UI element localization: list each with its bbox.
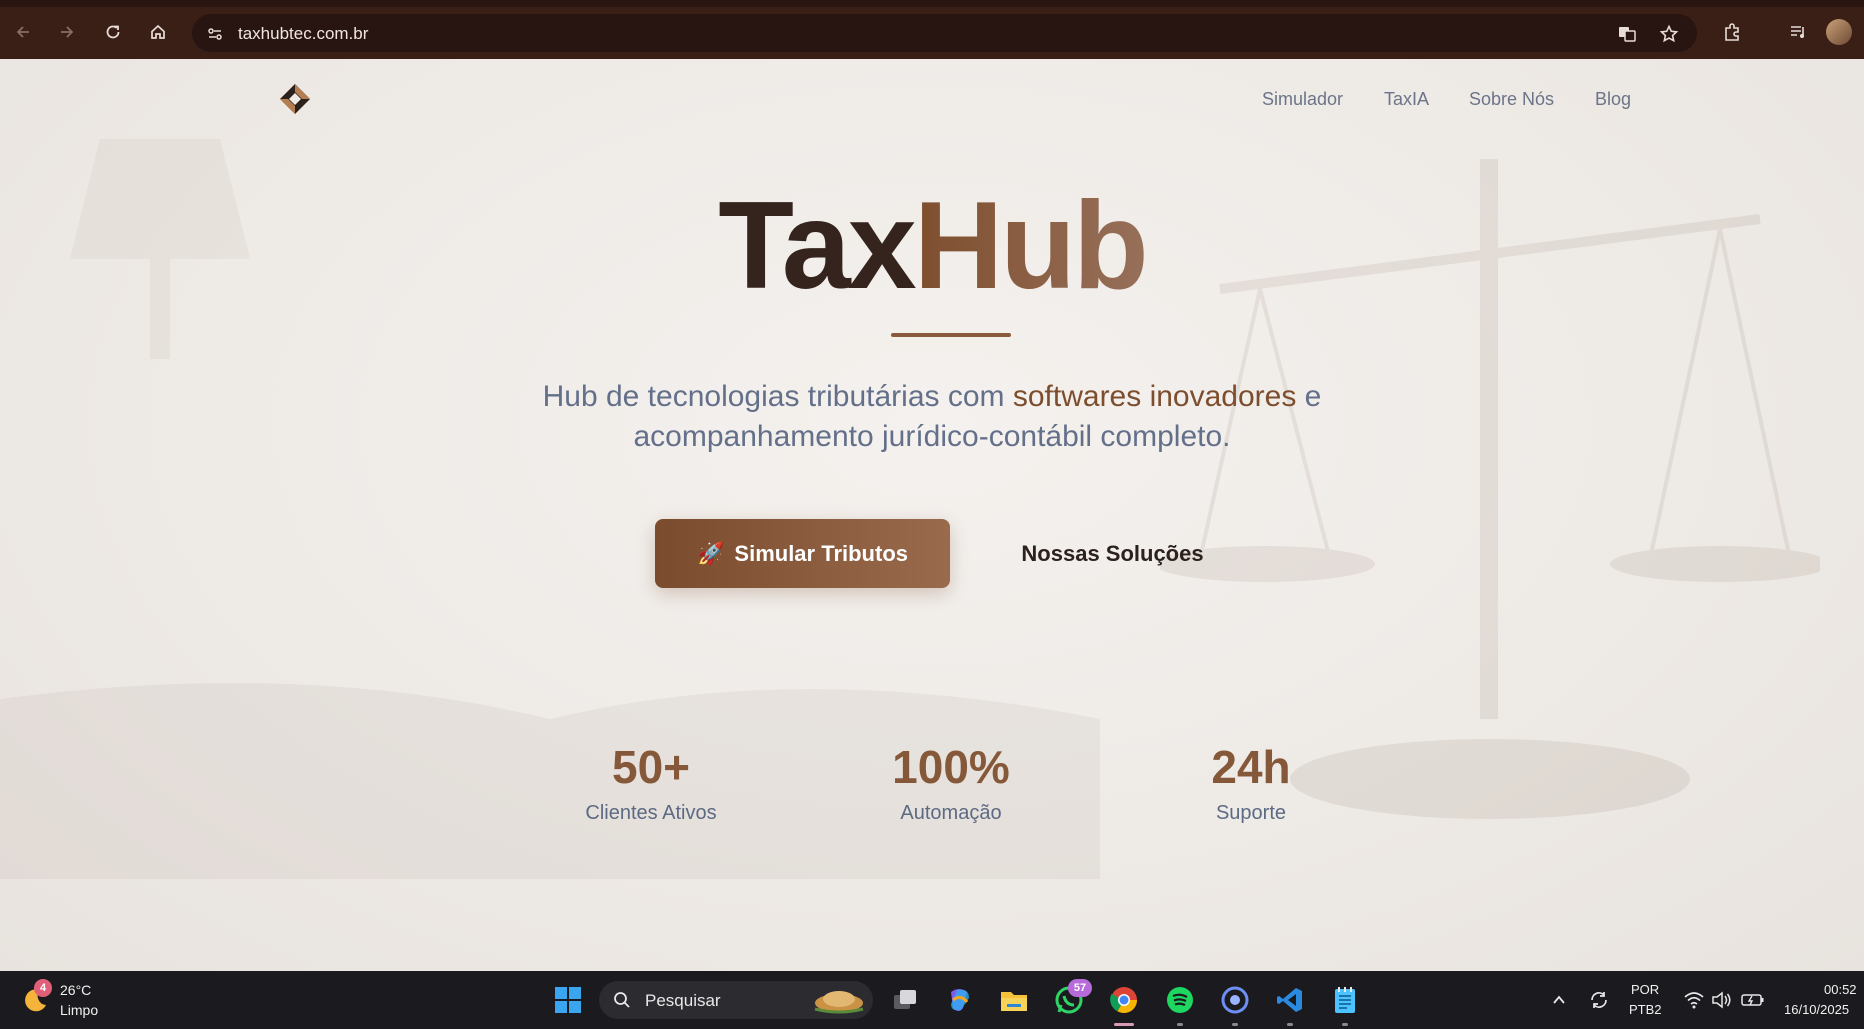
spotify-icon[interactable]	[1163, 983, 1197, 1017]
keyboard-layout-text[interactable]: PTB2	[1629, 1001, 1662, 1019]
notepad-running-indicator	[1342, 1023, 1348, 1026]
stat-label: Suporte	[1215, 802, 1287, 824]
volume-icon[interactable]	[1705, 983, 1739, 1017]
media-control-icon[interactable]	[1783, 17, 1813, 47]
taskbar-search[interactable]: Pesquisar	[599, 981, 873, 1019]
battery-icon[interactable]	[1736, 983, 1770, 1017]
vscode-icon[interactable]	[1273, 983, 1307, 1017]
translate-icon[interactable]	[1616, 23, 1638, 45]
rocket-icon: 🚀	[697, 540, 725, 566]
search-icon	[614, 992, 630, 1008]
simulate-taxes-label: Simular Tributos	[734, 540, 908, 566]
search-highlight-icon	[814, 991, 864, 1014]
page-viewport: Simulador TaxIA Sobre Nós Blog TaxHub Hu…	[0, 59, 1864, 971]
windows-taskbar: 4 26°C Limpo Pesquisar 57 POR PTB2 00:52…	[0, 971, 1864, 1029]
spotify-running-indicator	[1177, 1023, 1183, 1026]
bookmark-star-icon[interactable]	[1658, 23, 1680, 45]
weather-condition-text[interactable]: Limpo	[60, 1001, 98, 1019]
extensions-icon[interactable]	[1717, 17, 1747, 47]
subtitle-text-post: e	[1296, 380, 1322, 413]
hero-title: TaxHub	[0, 184, 1864, 308]
taxhub-logo[interactable]	[278, 82, 312, 116]
hero-underline	[891, 333, 1011, 337]
nav-link-sobre-nos[interactable]: Sobre Nós	[1469, 89, 1554, 110]
stat-automation: 100% Automação	[831, 744, 1071, 825]
vscode-running-indicator	[1287, 1023, 1293, 1026]
file-explorer-icon[interactable]	[997, 983, 1031, 1017]
site-info-icon[interactable]	[204, 23, 226, 45]
stat-value: 24h	[1211, 741, 1291, 793]
stat-label: Clientes Ativos	[585, 802, 717, 824]
windows-start-icon[interactable]	[551, 983, 585, 1017]
whatsapp-badge: 57	[1068, 979, 1092, 997]
url-text[interactable]: taxhubtec.com.br	[238, 24, 368, 44]
hero-subtitle-line1: Hub de tecnologias tributárias com softw…	[432, 377, 1432, 417]
sync-icon[interactable]	[1582, 983, 1616, 1017]
hero-title-hub: Hub	[913, 177, 1149, 315]
our-solutions-button[interactable]: Nossas Soluções	[990, 519, 1235, 588]
hero-subtitle-line2: acompanhamento jurídico-contábil complet…	[633, 420, 1231, 453]
profile-avatar[interactable]	[1826, 19, 1852, 45]
clock-time[interactable]: 00:52	[1824, 981, 1857, 999]
nav-link-blog[interactable]: Blog	[1595, 89, 1631, 110]
nav-link-simulador[interactable]: Simulador	[1262, 89, 1343, 110]
clock-date[interactable]: 16/10/2025	[1784, 1001, 1849, 1019]
stat-value: 50+	[611, 741, 691, 793]
stat-clients: 50+ Clientes Ativos	[531, 744, 771, 825]
reload-icon[interactable]	[98, 17, 128, 47]
weather-badge: 4	[34, 979, 52, 997]
forward-icon[interactable]	[52, 17, 82, 47]
language-text[interactable]: POR	[1631, 981, 1659, 999]
back-icon[interactable]	[8, 17, 38, 47]
subtitle-text-pre: Hub de tecnologias tributárias com	[542, 380, 1013, 413]
home-icon[interactable]	[143, 17, 173, 47]
chrome-active-indicator	[1114, 1023, 1134, 1026]
app-running-indicator	[1232, 1023, 1238, 1026]
stat-support: 24h Suporte	[1131, 744, 1371, 825]
simulate-taxes-button[interactable]: 🚀 Simular Tributos	[655, 519, 950, 588]
subtitle-highlight: softwares inovadores	[1012, 380, 1297, 413]
notepad-icon[interactable]	[1328, 983, 1362, 1017]
hero-title-tax: Tax	[718, 177, 916, 315]
task-view-icon[interactable]	[888, 983, 922, 1017]
nav-link-taxia[interactable]: TaxIA	[1384, 89, 1429, 110]
copilot-icon[interactable]	[942, 983, 976, 1017]
stat-label: Automação	[900, 802, 1002, 824]
stat-value: 100%	[892, 741, 1010, 793]
app-circle-icon[interactable]	[1218, 983, 1252, 1017]
chevron-up-icon[interactable]	[1542, 983, 1576, 1017]
chrome-icon[interactable]	[1107, 983, 1141, 1017]
search-placeholder: Pesquisar	[645, 991, 721, 1010]
address-bar[interactable]: taxhubtec.com.br	[192, 14, 1697, 52]
browser-toolbar: taxhubtec.com.br	[0, 0, 1864, 59]
temperature-text[interactable]: 26°C	[60, 981, 91, 999]
